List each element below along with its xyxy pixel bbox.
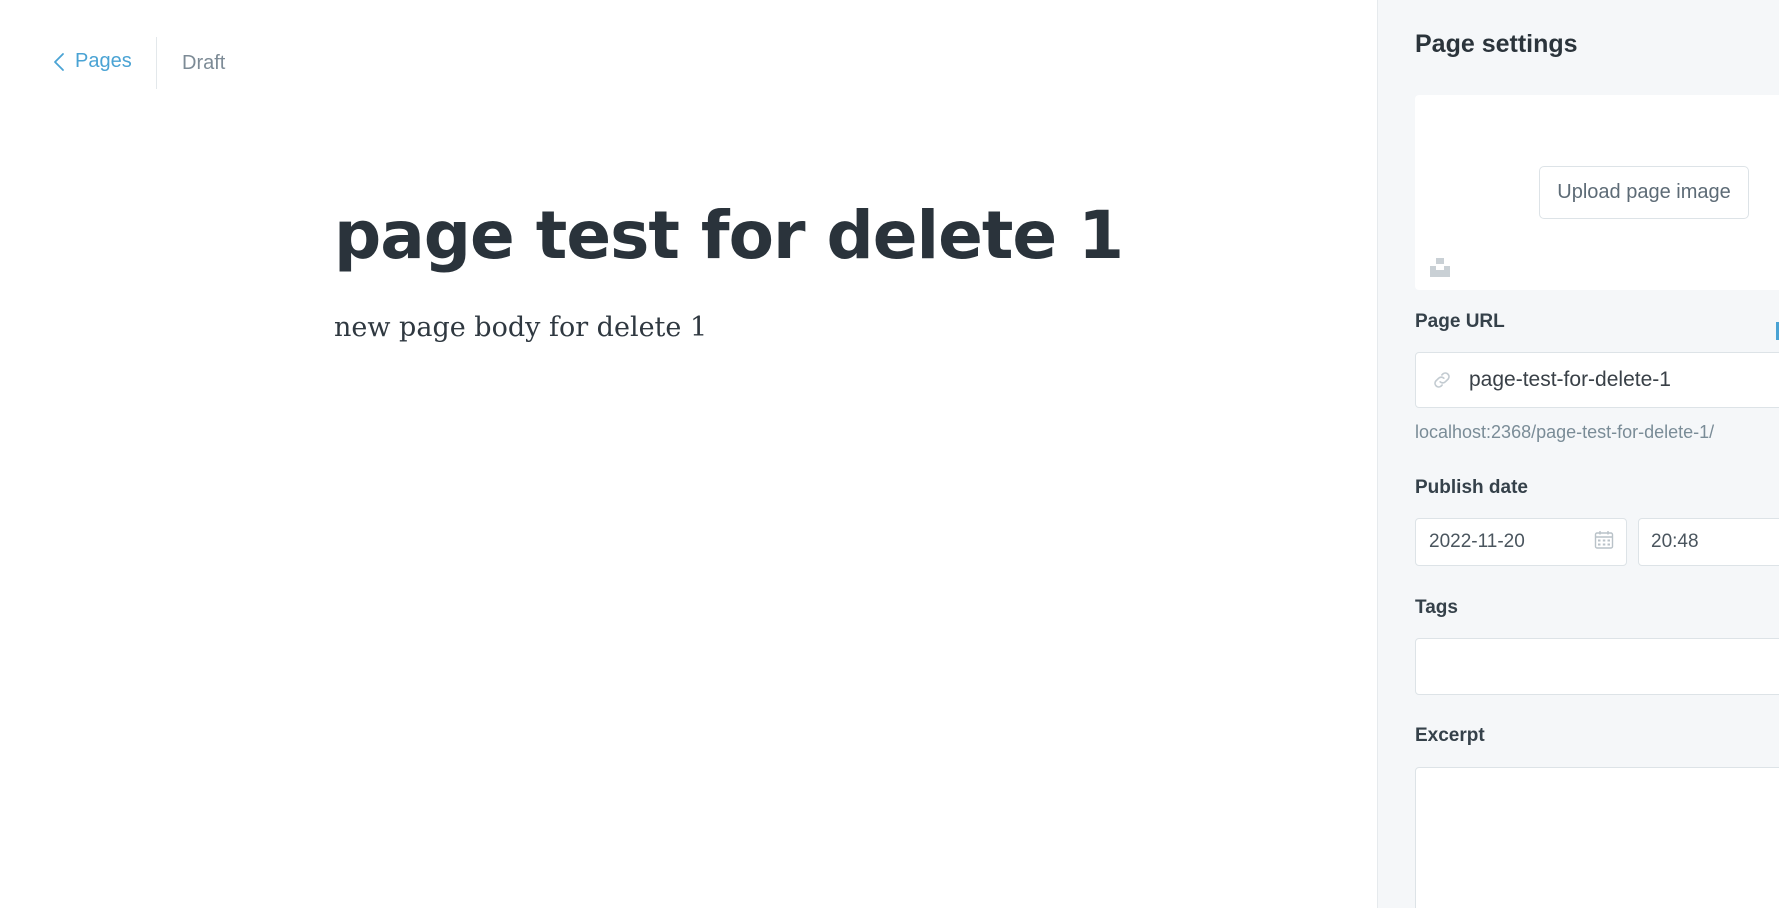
publish-date-field[interactable] <box>1415 518 1627 566</box>
publish-time-field[interactable] <box>1638 518 1779 566</box>
unsplash-icon[interactable] <box>1429 256 1451 283</box>
page-settings-panel: Page settings Upload page image Page URL… <box>1377 0 1779 908</box>
calendar-icon[interactable] <box>1594 530 1614 555</box>
post-status-label: Draft <box>182 52 226 74</box>
publish-date-label: Publish date <box>1415 477 1528 498</box>
excerpt-textarea[interactable] <box>1415 767 1779 908</box>
back-link-label: Pages <box>75 50 132 72</box>
chevron-left-icon <box>53 52 65 72</box>
page-url-label: Page URL <box>1415 311 1505 332</box>
tags-label: Tags <box>1415 597 1458 618</box>
back-to-pages-link[interactable]: Pages <box>53 50 132 73</box>
publish-date-input[interactable] <box>1429 531 1569 553</box>
editor-pane: Pages Draft page test for delete 1 new p… <box>0 0 1377 908</box>
link-icon <box>1431 369 1457 391</box>
page-url-preview: localhost:2368/page-test-for-delete-1/ <box>1415 422 1715 442</box>
excerpt-label: Excerpt <box>1415 725 1485 746</box>
settings-title: Page settings <box>1415 30 1578 58</box>
page-title[interactable]: page test for delete 1 <box>334 199 1124 273</box>
page-body-editor[interactable]: new page body for delete 1 <box>334 312 707 343</box>
upload-page-image-button[interactable]: Upload page image <box>1539 166 1749 219</box>
page-url-field[interactable] <box>1415 352 1779 408</box>
tags-input[interactable] <box>1415 638 1779 695</box>
publish-time-input[interactable] <box>1651 531 1779 553</box>
editor-topbar: Pages Draft <box>0 0 1377 128</box>
page-image-uploader[interactable]: Upload page image <box>1415 95 1779 290</box>
nav-divider <box>156 37 157 89</box>
page-url-input[interactable] <box>1469 368 1769 392</box>
